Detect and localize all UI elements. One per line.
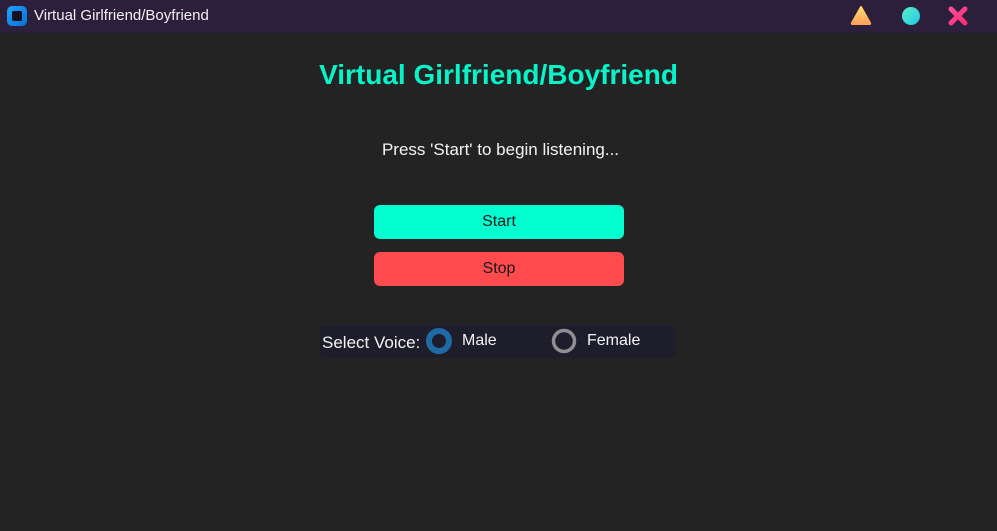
voice-female-label[interactable]: Female — [587, 332, 640, 350]
voice-label: Select Voice: — [322, 333, 421, 352]
stop-button[interactable]: Stop — [374, 252, 624, 286]
maximize-button[interactable] — [899, 4, 923, 28]
radio-selected-icon — [426, 328, 452, 354]
voice-male-label[interactable]: Male — [462, 332, 497, 350]
minimize-button[interactable] — [849, 4, 873, 28]
status-text: Press 'Start' to begin listening... — [381, 140, 620, 159]
circle-icon — [902, 7, 920, 25]
triangle-icon — [850, 6, 872, 25]
close-button[interactable] — [946, 4, 970, 28]
page-title: Virtual Girlfriend/Boyfriend — [319, 59, 678, 90]
window-title: Virtual Girlfriend/Boyfriend — [34, 7, 209, 24]
start-button[interactable]: Start — [374, 205, 624, 239]
title-bar[interactable]: Virtual Girlfriend/Boyfriend — [0, 0, 997, 33]
voice-female-radio[interactable] — [551, 328, 577, 354]
voice-male-radio[interactable] — [426, 328, 452, 354]
radio-unselected-icon — [551, 328, 577, 354]
x-icon — [948, 6, 968, 26]
app-icon — [7, 6, 27, 26]
app-window: Virtual Girlfriend/Boyfriend Virtual Gir… — [0, 0, 997, 531]
